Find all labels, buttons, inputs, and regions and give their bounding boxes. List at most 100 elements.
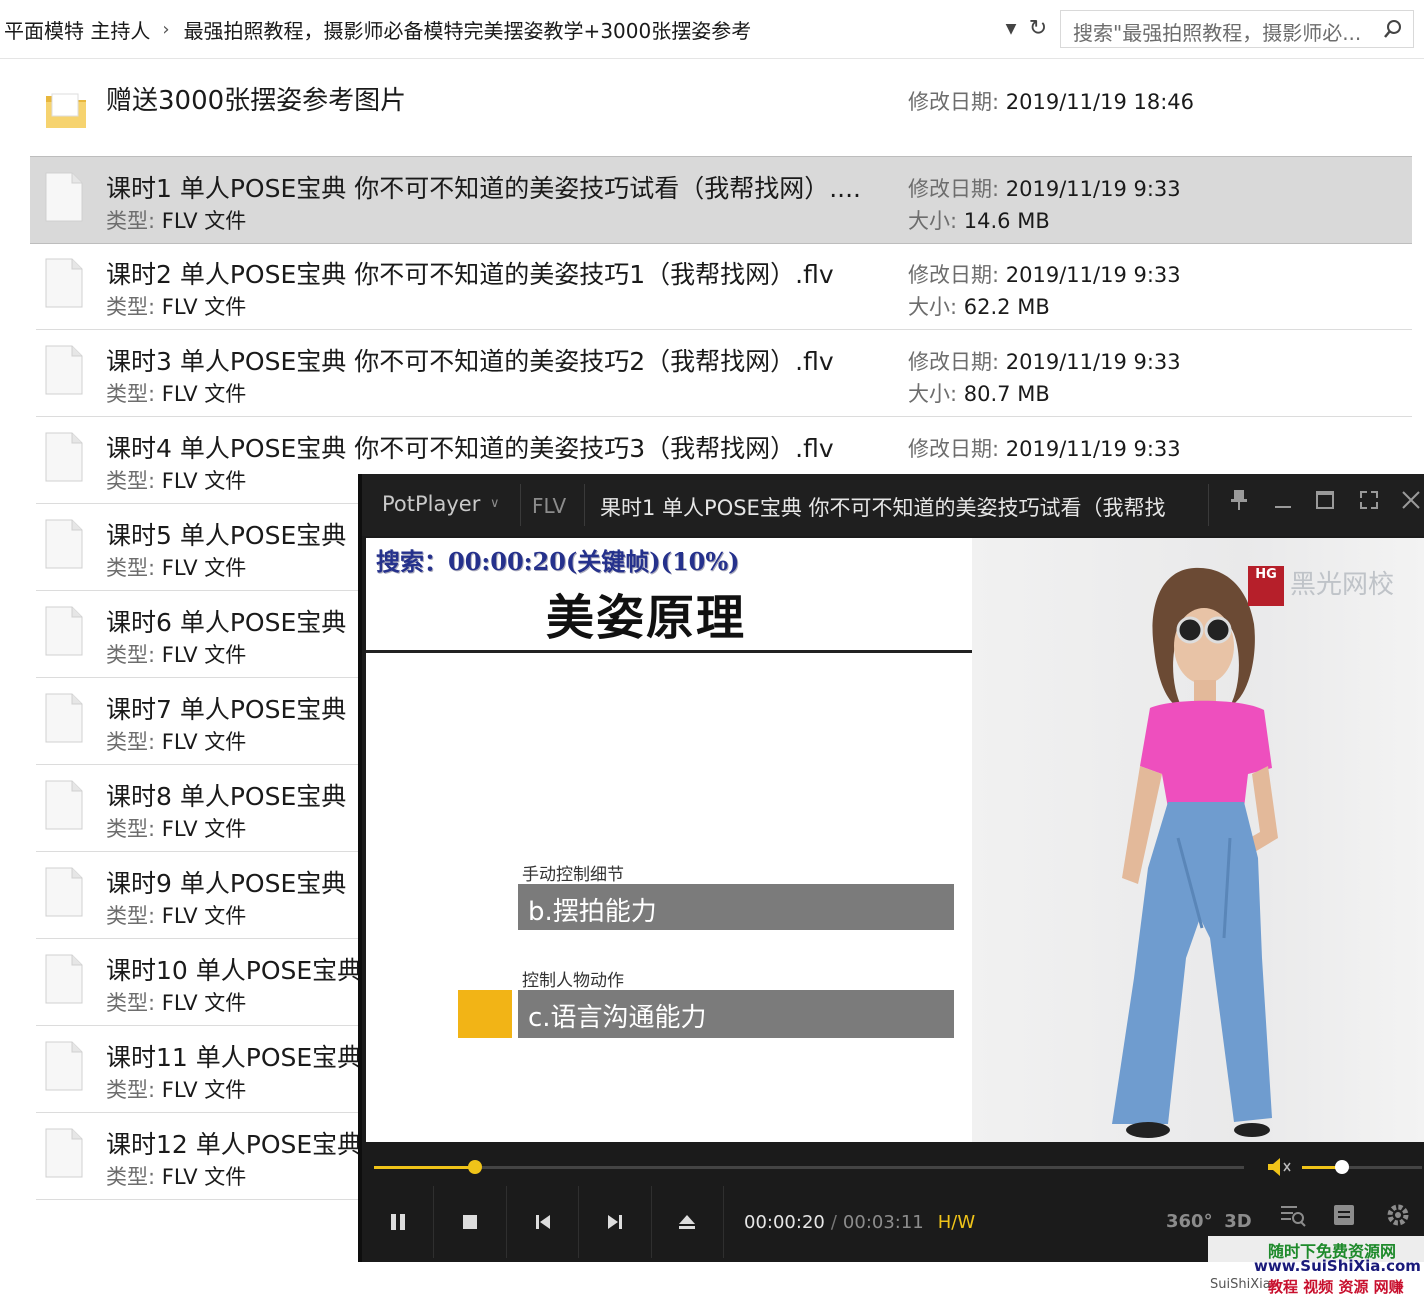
osd-seek-text: 搜索：00:00:20(关键帧)(10%) bbox=[376, 547, 740, 576]
type-value: FLV 文件 bbox=[161, 209, 247, 233]
search-placeholder: 搜索"最强拍照教程，摄影师必... bbox=[1073, 21, 1362, 45]
eject-button[interactable] bbox=[652, 1186, 725, 1258]
file-name: 课时7 单人POSE宝典 bbox=[106, 695, 347, 724]
refresh-icon[interactable]: ↻ bbox=[1024, 14, 1052, 44]
modified-label: 修改日期: bbox=[908, 437, 1006, 461]
file-modified: 修改日期: 2019/11/19 9:33 bbox=[908, 259, 1181, 289]
modified-value: 2019/11/19 9:33 bbox=[1005, 350, 1181, 374]
decoder-badge[interactable]: H/W bbox=[938, 1212, 975, 1233]
seek-handle[interactable] bbox=[467, 1160, 482, 1174]
pause-button[interactable] bbox=[362, 1186, 435, 1258]
slide-title: 美姿原理 bbox=[546, 590, 747, 646]
type-label: 类型: bbox=[106, 817, 162, 841]
minimize-icon[interactable] bbox=[1268, 488, 1298, 522]
player-titlebar[interactable]: PotPlayer ∨ FLV 果时1 单人POSE宝典 你不可不知道的美姿技巧… bbox=[362, 474, 1424, 536]
folder-modified: 修改日期: 2019/11/19 18:46 bbox=[908, 86, 1194, 116]
file-type: 类型: FLV 文件 bbox=[106, 378, 246, 408]
type-value: FLV 文件 bbox=[161, 556, 247, 580]
slide-divider bbox=[366, 650, 972, 653]
type-label: 类型: bbox=[106, 991, 162, 1015]
type-value: FLV 文件 bbox=[161, 817, 247, 841]
format-label: FLV bbox=[532, 494, 567, 518]
total-time: 00:03:11 bbox=[842, 1212, 924, 1233]
breadcrumb-item-parent[interactable]: 平面模特 主持人 bbox=[4, 15, 150, 44]
type-label: 类型: bbox=[106, 1165, 162, 1189]
file-name: 课时6 单人POSE宝典 bbox=[106, 608, 347, 637]
slide-bar-1-label: b.摆拍能力 bbox=[528, 897, 657, 927]
modified-label: 修改日期: bbox=[908, 90, 1006, 114]
chevron-down-icon[interactable]: ∨ bbox=[490, 496, 500, 511]
close-icon[interactable] bbox=[1396, 488, 1424, 522]
model-figure-image bbox=[1112, 567, 1278, 1138]
skip-next-icon bbox=[607, 1215, 622, 1229]
pin-icon[interactable] bbox=[1224, 488, 1254, 522]
watermark-line-3: SuiShiXia bbox=[1210, 1277, 1271, 1292]
type-value: FLV 文件 bbox=[161, 469, 247, 493]
modified-label: 修改日期: bbox=[908, 263, 1006, 287]
file-name: 课时1 单人POSE宝典 你不可不知道的美姿技巧试看（我帮找网）.... bbox=[106, 174, 862, 203]
folder-row[interactable]: 赠送3000张摆姿参考图片 修改日期: 2019/11/19 18:46 bbox=[36, 58, 1412, 154]
size-value: 62.2 MB bbox=[963, 295, 1050, 319]
file-row[interactable]: 课时1 单人POSE宝典 你不可不知道的美姿技巧试看（我帮找网）.... 类型: … bbox=[30, 156, 1412, 244]
size-value: 80.7 MB bbox=[963, 382, 1050, 406]
fullscreen-icon[interactable] bbox=[1354, 488, 1384, 522]
stop-button[interactable] bbox=[434, 1186, 507, 1258]
eject-icon bbox=[679, 1215, 696, 1229]
search-input[interactable]: 搜索"最强拍照教程，摄影师必... bbox=[1060, 10, 1414, 48]
breadcrumb: 平面模特 主持人 › 最强拍照教程，摄影师必备模特完美摆姿教学+3000张摆姿参… bbox=[4, 14, 751, 44]
seek-bar[interactable] bbox=[374, 1160, 1244, 1174]
file-name: 课时11 单人POSE宝典 bbox=[106, 1043, 363, 1072]
current-time: 00:00:20 bbox=[744, 1212, 825, 1233]
modified-value: 2019/11/19 9:33 bbox=[1005, 263, 1181, 287]
file-type: 类型: FLV 文件 bbox=[106, 726, 246, 756]
video-slide: 美姿原理 手动控制细节 b.摆拍能力 控制人物动作 c.语言沟通能力 bbox=[366, 538, 972, 1142]
file-type: 类型: FLV 文件 bbox=[106, 291, 246, 321]
file-name: 课时10 单人POSE宝典 bbox=[106, 956, 363, 985]
file-icon bbox=[44, 953, 84, 1005]
chevron-down-icon[interactable]: ▼ bbox=[1000, 16, 1022, 42]
divider bbox=[520, 484, 521, 526]
file-type: 类型: FLV 文件 bbox=[106, 987, 246, 1017]
file-icon bbox=[44, 692, 84, 744]
file-icon bbox=[44, 344, 84, 396]
file-icon bbox=[44, 171, 84, 223]
file-type: 类型: FLV 文件 bbox=[106, 552, 246, 582]
file-row[interactable]: 课时3 单人POSE宝典 你不可不知道的美姿技巧2（我帮找网）.flv 类型: F… bbox=[36, 330, 1412, 417]
file-modified: 修改日期: 2019/11/19 9:33 bbox=[908, 433, 1181, 463]
file-name: 课时9 单人POSE宝典 bbox=[106, 869, 347, 898]
video-area[interactable]: 美姿原理 手动控制细节 b.摆拍能力 控制人物动作 c.语言沟通能力 HG 黑光… bbox=[366, 538, 1424, 1142]
modified-value: 2019/11/19 18:46 bbox=[1005, 90, 1194, 114]
type-label: 类型: bbox=[106, 1078, 162, 1102]
file-row[interactable]: 课时2 单人POSE宝典 你不可不知道的美姿技巧1（我帮找网）.flv 类型: F… bbox=[36, 243, 1412, 330]
next-button[interactable] bbox=[579, 1186, 652, 1258]
type-label: 类型: bbox=[106, 904, 162, 928]
volume-slider[interactable] bbox=[1302, 1160, 1422, 1174]
type-label: 类型: bbox=[106, 209, 162, 233]
slide-caption-1: 手动控制细节 bbox=[522, 865, 624, 885]
pause-icon bbox=[390, 1214, 405, 1230]
watermark-line-2: www.SuiShiXia.com bbox=[1254, 1257, 1421, 1275]
type-label: 类型: bbox=[106, 382, 162, 406]
player-brand-menu[interactable]: PotPlayer bbox=[382, 492, 480, 516]
breadcrumb-item-current[interactable]: 最强拍照教程，摄影师必备模特完美摆姿教学+3000张摆姿参考 bbox=[184, 15, 752, 44]
file-icon bbox=[44, 779, 84, 831]
file-icon bbox=[44, 605, 84, 657]
size-label: 大小: bbox=[908, 209, 964, 233]
previous-button[interactable] bbox=[507, 1186, 580, 1258]
time-display: 00:00:20/00:03:11 H/W bbox=[744, 1212, 975, 1233]
file-icon bbox=[44, 1127, 84, 1179]
file-icon bbox=[44, 1040, 84, 1092]
file-type: 类型: FLV 文件 bbox=[106, 465, 246, 495]
vr360-button[interactable]: 360° bbox=[1166, 1202, 1213, 1242]
file-size: 大小: 14.6 MB bbox=[908, 205, 1050, 235]
slide-bar-2: c.语言沟通能力 bbox=[518, 990, 954, 1038]
search-icon[interactable] bbox=[1383, 19, 1403, 39]
file-name: 课时4 单人POSE宝典 你不可不知道的美姿技巧3（我帮找网）.flv bbox=[106, 434, 834, 463]
file-icon bbox=[44, 518, 84, 570]
player-title: 果时1 单人POSE宝典 你不可不知道的美姿技巧试看（我帮找 bbox=[600, 496, 1166, 520]
volume-handle[interactable] bbox=[1334, 1160, 1349, 1174]
file-icon bbox=[44, 257, 84, 309]
chevron-right-icon[interactable]: › bbox=[162, 19, 169, 40]
maximize-icon[interactable] bbox=[1310, 488, 1340, 522]
volume-icon[interactable] bbox=[1266, 1156, 1292, 1178]
